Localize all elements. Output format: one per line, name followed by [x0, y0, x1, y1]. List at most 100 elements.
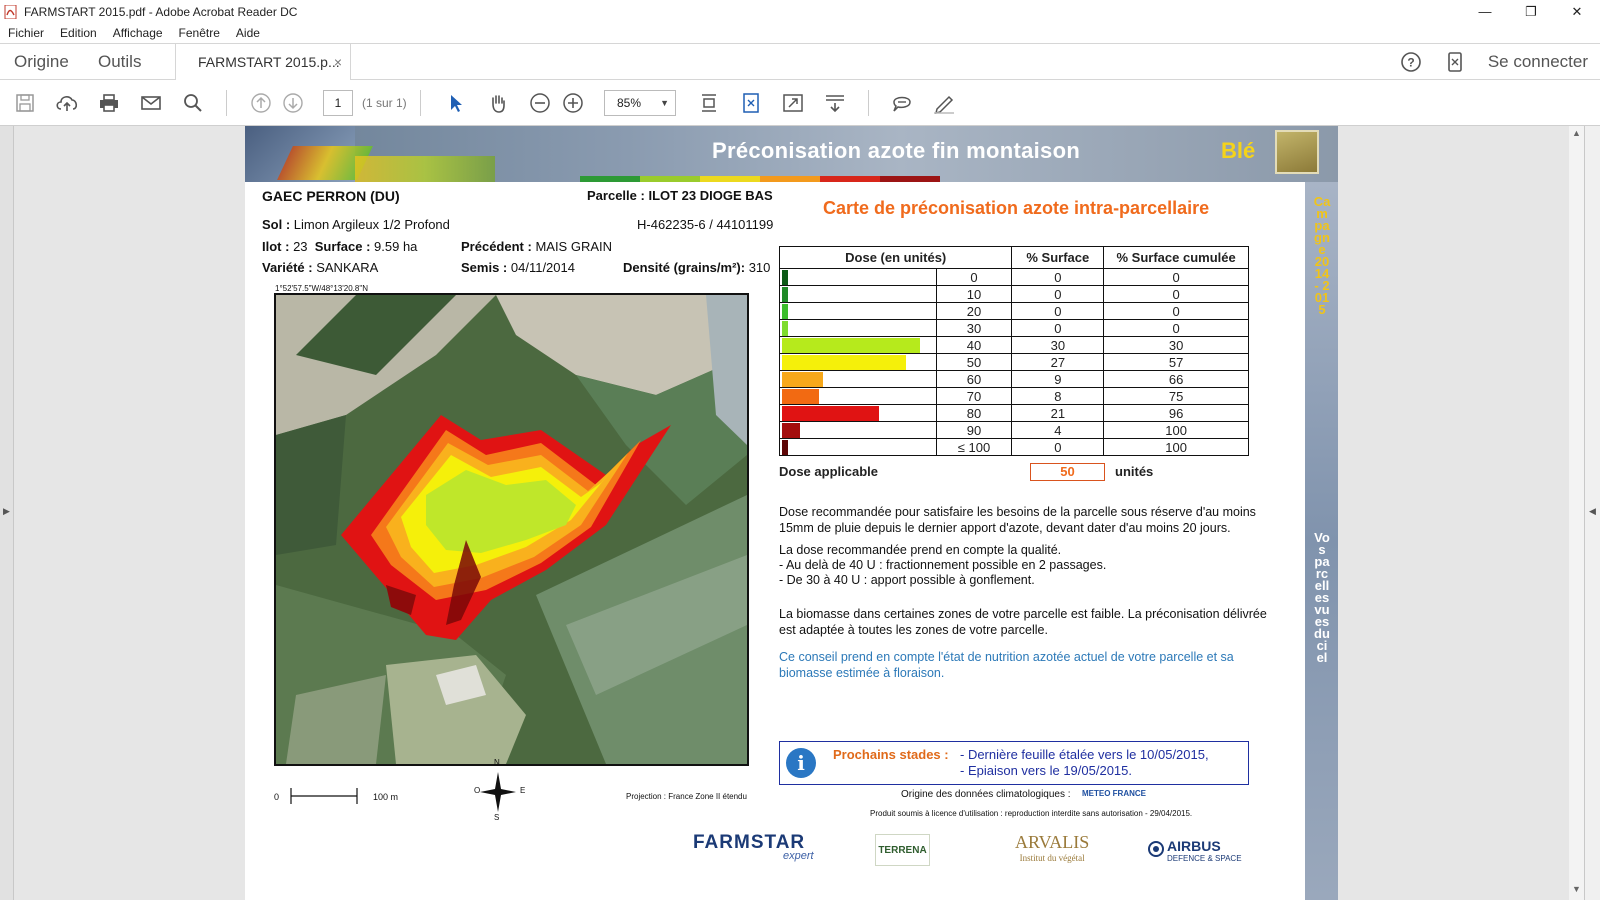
scroll-up-icon[interactable]: ▲	[1572, 128, 1581, 138]
parcel-map	[274, 293, 749, 766]
document-viewport[interactable]: ▶ Préconisation azote fin montaison Blé …	[0, 126, 1600, 900]
tab-home[interactable]: Origine	[14, 44, 69, 80]
dose-color-swatch	[782, 440, 788, 455]
airbus-logo: AIRBUS DEFENCE & SPACE	[1147, 838, 1242, 863]
left-panel-toggle[interactable]: ▶	[0, 126, 14, 900]
compass-east: E	[520, 786, 526, 795]
slogan-text: Vos parcelles vues du ciel	[1314, 530, 1330, 665]
license-text: Produit soumis à licence d'utilisation :…	[870, 809, 1193, 818]
table-row: 60 9 66	[779, 370, 1249, 388]
save-icon[interactable]	[13, 91, 37, 115]
menu-fenetre[interactable]: Fenêtre	[171, 26, 228, 40]
scroll-mode-icon[interactable]	[697, 91, 721, 115]
restore-button[interactable]: ❐	[1508, 0, 1554, 23]
cumul-value: 0	[1103, 319, 1249, 337]
dose-bar-cell	[779, 421, 937, 439]
dose-bar-cell	[779, 336, 937, 354]
dose-unit: unités	[1115, 464, 1154, 479]
print-icon[interactable]	[97, 91, 121, 115]
scroll-down-icon[interactable]: ▼	[1572, 884, 1581, 894]
dose-applicable-value: 50	[1030, 463, 1105, 481]
biomass-text: La biomasse dans certaines zones de votr…	[779, 607, 1267, 637]
surface-value: 9	[1011, 370, 1105, 388]
tab-tools[interactable]: Outils	[98, 44, 141, 80]
dose-color-swatch	[782, 321, 788, 336]
surface-value: 8	[1011, 387, 1105, 405]
hand-tool-icon[interactable]	[486, 91, 510, 115]
menu-aide[interactable]: Aide	[228, 26, 268, 40]
menu-edition[interactable]: Edition	[52, 26, 105, 40]
dose-surface-bar	[782, 406, 879, 421]
dose-bar-cell	[779, 404, 937, 422]
title-bar: FARMSTART 2015.pdf - Adobe Acrobat Reade…	[0, 0, 1600, 23]
dose-value: 90	[935, 421, 1013, 439]
right-panel-toggle[interactable]: ◀	[1584, 126, 1600, 900]
previous-page-icon[interactable]	[249, 91, 273, 115]
stages-label: Prochains stades :	[833, 747, 949, 762]
soil-label: Sol :	[262, 217, 291, 232]
recommendation-text: Dose recommandée pour satisfaire les bes…	[779, 505, 1256, 535]
read-mode-icon[interactable]	[823, 91, 847, 115]
compass-west: O	[474, 786, 481, 795]
menu-fichier[interactable]: Fichier	[0, 26, 52, 40]
close-window-button[interactable]: ✕	[1554, 0, 1600, 23]
next-stages-box: i Prochains stades : - Dernière feuille …	[779, 741, 1249, 785]
airbus-logo-text: AIRBUS	[1167, 838, 1221, 854]
menu-affichage[interactable]: Affichage	[105, 26, 171, 40]
dose-surface-bar	[782, 372, 823, 387]
search-icon[interactable]	[181, 91, 205, 115]
header-cumul: % Surface cumulée	[1103, 246, 1249, 269]
surface-value: 0	[1011, 285, 1105, 303]
dose-value: 50	[935, 353, 1013, 371]
sowing-info: Semis : 04/11/2014	[461, 260, 575, 275]
next-page-icon[interactable]	[281, 91, 305, 115]
color-band	[820, 176, 880, 182]
map-coordinates: 1°52'57.5"W/48°13'20.8"N	[275, 284, 368, 293]
close-tab-icon[interactable]: ×	[334, 44, 342, 80]
zoom-select[interactable]: 85% ▼	[604, 90, 676, 116]
svg-text:?: ?	[1407, 56, 1414, 70]
satellite-map	[276, 295, 747, 764]
comment-icon[interactable]	[890, 91, 914, 115]
color-band	[580, 176, 640, 182]
cumul-value: 0	[1103, 285, 1249, 303]
minimize-button[interactable]: —	[1462, 0, 1508, 23]
expand-right-icon[interactable]: ◀	[1589, 506, 1596, 517]
farmstar-logo: FARMSTAR expert	[693, 832, 814, 862]
page-count: (1 sur 1)	[362, 96, 407, 110]
tab-document[interactable]: FARMSTART 2015.p... ×	[175, 44, 351, 81]
dose-bar-cell	[779, 268, 937, 286]
dose-value: ≤ 100	[935, 438, 1013, 456]
mobile-link-icon[interactable]	[1444, 51, 1466, 73]
page-number-input[interactable]: 1	[323, 90, 353, 116]
dose-value: 0	[935, 268, 1013, 286]
airbus-logo-sub: DEFENCE & SPACE	[1167, 854, 1242, 863]
climate-source-label: Origine des données climatologiques :	[901, 789, 1071, 800]
farmstar-logo-sub: expert	[783, 850, 814, 862]
parcel-value: ILOT 23 DIOGE BAS	[648, 188, 773, 203]
color-band	[880, 176, 940, 182]
select-cursor-icon[interactable]	[444, 91, 468, 115]
full-screen-icon[interactable]	[781, 91, 805, 115]
arvalis-logo-text: ARVALIS	[1015, 832, 1090, 852]
cumul-value: 96	[1103, 404, 1249, 422]
dose-value: 40	[935, 336, 1013, 354]
draw-pen-icon[interactable]	[932, 91, 956, 115]
zoom-in-icon[interactable]	[561, 91, 585, 115]
fit-page-icon[interactable]	[739, 91, 763, 115]
dose-value: 60	[935, 370, 1013, 388]
email-icon[interactable]	[139, 91, 163, 115]
vertical-scrollbar[interactable]: ▲ ▼	[1569, 126, 1584, 900]
sowing-value: 04/11/2014	[510, 260, 575, 275]
ilot-label: Ilot :	[262, 239, 290, 254]
zoom-out-icon[interactable]	[528, 91, 552, 115]
upload-cloud-icon[interactable]	[55, 91, 79, 115]
field-image	[355, 156, 495, 182]
color-band	[700, 176, 760, 182]
help-icon[interactable]: ?	[1400, 51, 1422, 73]
header-surface: % Surface	[1011, 246, 1105, 269]
expand-left-icon[interactable]: ▶	[3, 506, 10, 517]
table-row: ≤ 100 0 100	[779, 438, 1249, 456]
variety-value: SANKARA	[316, 260, 379, 275]
sign-in-link[interactable]: Se connecter	[1488, 52, 1588, 72]
